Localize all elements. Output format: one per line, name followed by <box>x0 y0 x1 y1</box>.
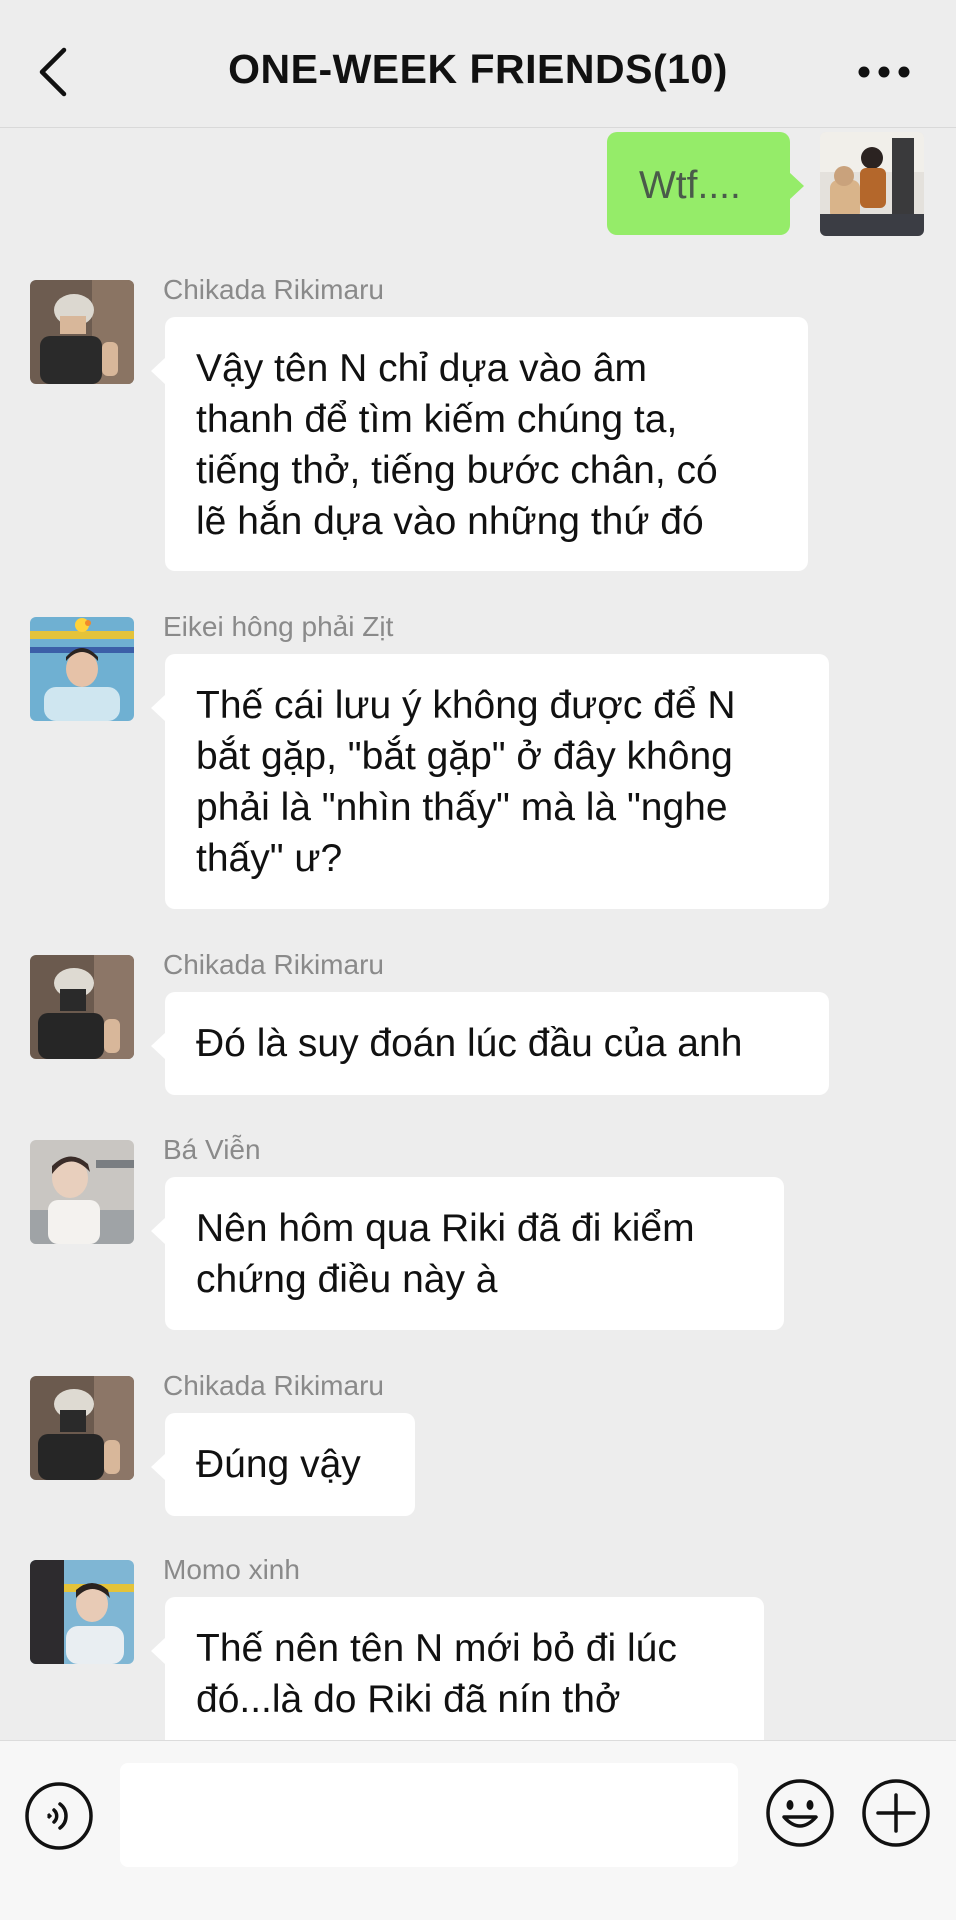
message-input[interactable] <box>120 1763 738 1867</box>
more-button[interactable] <box>856 58 912 86</box>
chat-title: ONE-WEEK FRIENDS(10) <box>228 46 728 92</box>
sender-name: Bá Viễn <box>163 1134 261 1165</box>
message-bubble[interactable]: Đó là suy đoán lúc đầu của anh <box>151 992 829 1095</box>
chat-header: ONE-WEEK FRIENDS(10) <box>0 0 956 128</box>
message-bubble[interactable]: Wtf.... <box>607 132 804 235</box>
plus-icon <box>862 1779 930 1847</box>
sender-name: Chikada Rikimaru <box>163 274 384 305</box>
avatar[interactable] <box>30 617 134 721</box>
more-dots-icon <box>858 66 910 78</box>
avatar[interactable] <box>30 1376 134 1480</box>
voice-icon <box>25 1782 93 1850</box>
emoji-button[interactable] <box>764 1777 836 1849</box>
avatar[interactable] <box>30 1140 134 1244</box>
emoji-icon <box>766 1779 834 1847</box>
sender-name: Chikada Rikimaru <box>163 949 384 980</box>
more-functions-button[interactable] <box>860 1777 932 1849</box>
chat-screen: ONE-WEEK FRIENDS(10) Wtf.... Chikada Rik… <box>0 0 956 1920</box>
message-bubble[interactable]: Nên hôm qua Riki đã đi kiểm chứng điều n… <box>151 1177 784 1330</box>
avatar[interactable] <box>820 132 924 236</box>
avatar[interactable] <box>30 955 134 1059</box>
sender-name: Chikada Rikimaru <box>163 1370 384 1401</box>
message-bubble[interactable]: Thế nên tên N mới bỏ đi lúc đó...là do R… <box>151 1597 764 1757</box>
avatar[interactable] <box>30 1560 134 1664</box>
message-bubble[interactable]: Đúng vậy <box>151 1413 415 1516</box>
sender-name: Eikei hông phải Zịt <box>163 611 394 642</box>
sender-name: Momo xinh <box>163 1554 300 1585</box>
message-bubble[interactable]: Vậy tên N chỉ dựa vào âm thanh để tìm ki… <box>151 317 808 571</box>
avatar[interactable] <box>30 280 134 384</box>
input-bar <box>0 1740 956 1920</box>
voice-button[interactable] <box>24 1781 94 1851</box>
message-bubble[interactable]: Thế cái lưu ý không được để N bắt gặp, "… <box>151 654 829 909</box>
